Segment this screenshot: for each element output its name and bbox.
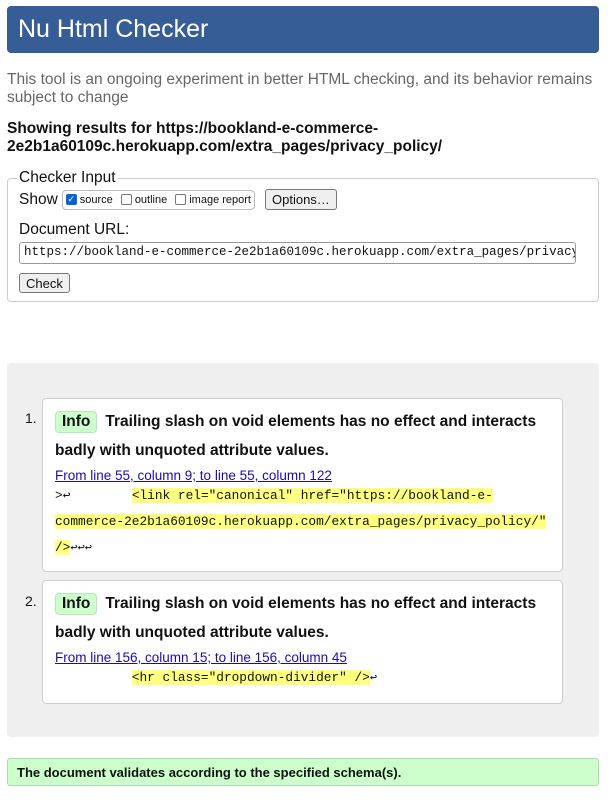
app-header: Nu Html Checker <box>7 6 599 53</box>
results-panel: 1. Info Trailing slash on void elements h… <box>7 363 599 737</box>
results-heading: Showing results for https://bookland-e-c… <box>7 120 443 155</box>
message-text: Info Trailing slash on void elements has … <box>55 589 550 647</box>
validation-success-banner: The document validates according to the … <box>7 758 599 786</box>
outline-label: outline <box>134 193 168 206</box>
message-description: Trailing slash on void elements has no e… <box>55 595 537 641</box>
message-number: 2. <box>25 593 37 609</box>
checker-input-panel: Checker Input Show ✓ source outline imag… <box>7 169 599 302</box>
tool-description: This tool is an ongoing experiment in be… <box>7 71 593 106</box>
show-row: Show ✓ source outline image report Optio… <box>19 189 587 210</box>
message-location-link[interactable]: From line 55, column 9; to line 55, colu… <box>55 468 550 483</box>
check-button[interactable]: Check <box>19 273 70 293</box>
show-label: Show <box>19 190 58 208</box>
show-options-group: ✓ source outline image report <box>61 189 255 210</box>
message-item: Info Trailing slash on void elements has … <box>42 580 563 704</box>
message-item: Info Trailing slash on void elements has … <box>42 398 563 572</box>
show-source-option[interactable]: ✓ source <box>65 193 113 206</box>
source-extract: <hr class="dropdown-divider" />↩ <box>55 665 550 691</box>
code-prefix: >↩ <box>55 488 132 503</box>
document-url-label: Document URL: <box>19 221 130 238</box>
image-report-label: image report <box>189 193 251 206</box>
outline-checkbox[interactable] <box>120 194 132 205</box>
options-button[interactable]: Options… <box>265 189 337 210</box>
document-url-input[interactable]: https://bookland-e-commerce-2e2b1a60109c… <box>19 242 576 264</box>
message-location-link[interactable]: From line 156, column 15; to line 156, c… <box>55 650 550 665</box>
info-badge: Info <box>55 411 98 433</box>
source-checkbox[interactable]: ✓ <box>65 194 77 205</box>
source-label: source <box>79 193 113 206</box>
code-highlight: <hr class="dropdown-divider" /> <box>131 670 370 685</box>
message-text: Info Trailing slash on void elements has … <box>55 407 550 465</box>
image-report-checkbox[interactable] <box>175 194 187 205</box>
message-number: 1. <box>25 410 37 426</box>
checker-input-legend: Checker Input <box>19 169 116 186</box>
code-suffix: ↩ <box>369 671 378 685</box>
message-description: Trailing slash on void elements has no e… <box>55 413 537 459</box>
code-suffix: ↩↩↩ <box>70 541 93 555</box>
info-badge: Info <box>55 593 98 615</box>
show-outline-option[interactable]: outline <box>120 193 168 206</box>
code-prefix <box>55 670 132 685</box>
show-image-report-option[interactable]: image report <box>175 194 251 206</box>
source-extract: >↩ <link rel="canonical" href="https://b… <box>55 483 550 561</box>
app-title: Nu Html Checker <box>18 15 209 43</box>
